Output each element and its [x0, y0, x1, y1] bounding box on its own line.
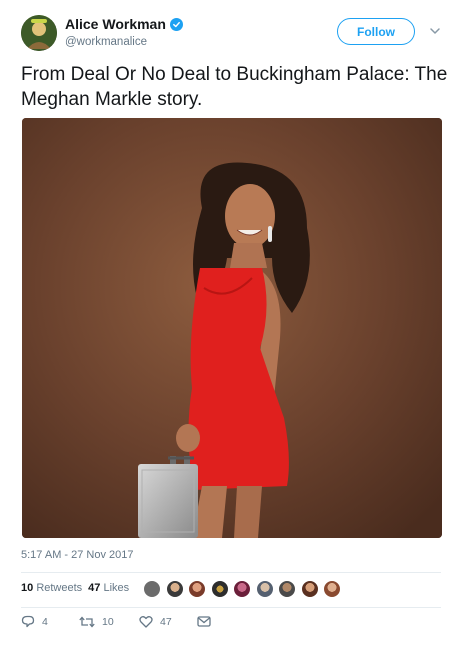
reply-icon [21, 615, 35, 628]
direct-message-button[interactable] [197, 616, 211, 627]
name-row: Alice Workman [65, 16, 183, 32]
tweet-actions: 4 10 47 [21, 615, 211, 628]
chevron-down-icon[interactable] [429, 26, 441, 36]
likes-label: Likes [103, 582, 130, 594]
retweet-icon [79, 616, 95, 627]
liker-avatar[interactable] [143, 580, 161, 598]
retweets-label: Retweets [36, 582, 83, 594]
like-count: 47 [160, 615, 172, 628]
engagement-stats: 10 Retweets 47 Likes [21, 582, 135, 594]
tweet-photo[interactable] [22, 118, 442, 538]
tweet-card: Alice Workman @workmanalice Follow From … [0, 0, 466, 653]
liker-avatar[interactable] [165, 580, 184, 598]
follow-button[interactable]: Follow [337, 18, 415, 45]
divider [21, 572, 441, 573]
display-name[interactable]: Alice Workman [65, 16, 166, 32]
heart-icon [139, 616, 153, 628]
liker-avatar[interactable] [210, 580, 229, 598]
tweet-text: From Deal Or No Deal to Buckingham Palac… [21, 64, 448, 110]
reply-count: 4 [42, 615, 48, 628]
envelope-icon [197, 616, 211, 627]
liker-avatars [143, 580, 346, 598]
liker-avatar[interactable] [188, 580, 206, 598]
retweets-stat[interactable]: 10 Retweets [21, 582, 82, 594]
retweet-button[interactable]: 10 [79, 616, 139, 628]
liker-avatar[interactable] [323, 580, 341, 598]
retweets-count: 10 [21, 582, 34, 594]
divider [21, 607, 441, 608]
user-handle[interactable]: @workmanalice [65, 36, 147, 48]
tweet-timestamp[interactable]: 5:17 AM - 27 Nov 2017 [21, 549, 134, 561]
photo-image-icon [22, 118, 442, 538]
retweet-count: 10 [102, 615, 114, 628]
avatar-icon [21, 15, 57, 51]
liker-avatar[interactable] [300, 580, 319, 598]
avatar[interactable] [21, 15, 57, 51]
likes-count: 47 [88, 582, 101, 594]
liker-avatar[interactable] [255, 580, 274, 598]
verified-badge-icon [169, 17, 183, 31]
liker-avatar[interactable] [233, 580, 251, 598]
liker-avatar[interactable] [278, 580, 296, 598]
reply-button[interactable]: 4 [21, 615, 79, 628]
like-button[interactable]: 47 [139, 615, 197, 628]
likes-stat[interactable]: 47 Likes [88, 582, 129, 594]
